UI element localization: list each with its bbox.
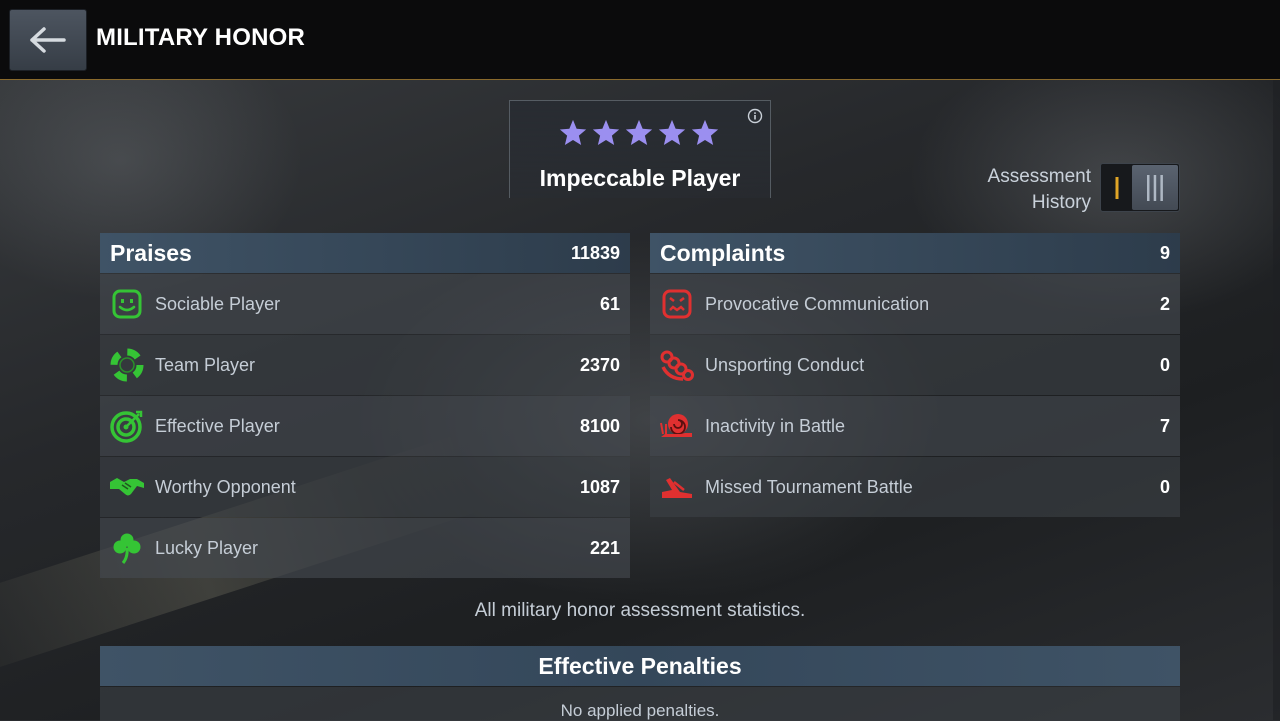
penalties-header: Effective Penalties [100, 646, 1180, 686]
missed-battle-icon [658, 468, 696, 506]
star-icon [625, 119, 653, 145]
effective-penalties-section: Effective Penalties No applied penalties… [100, 646, 1180, 721]
praise-row-worthy[interactable]: Worthy Opponent 1087 [100, 457, 630, 517]
row-value: 2 [1159, 293, 1170, 314]
rating-title: Impeccable Player [539, 165, 741, 191]
complaint-row-missed-tournament[interactable]: Missed Tournament Battle 0 [650, 457, 1180, 517]
row-label: Missed Tournament Battle [705, 476, 913, 497]
complaint-row-provocative[interactable]: Provocative Communication 2 [650, 274, 1180, 334]
toggle-option-single[interactable] [1101, 164, 1132, 211]
snail-icon [658, 407, 696, 445]
arrow-left-icon [30, 27, 66, 53]
top-bar: MILITARY HONOR [0, 0, 1280, 80]
complaint-row-inactivity[interactable]: Inactivity in Battle 7 [650, 396, 1180, 456]
target-icon [108, 407, 146, 445]
complaints-title: Complaints [660, 239, 786, 266]
row-label: Provocative Communication [705, 293, 930, 314]
statistics-footnote: All military honor assessment statistics… [474, 600, 806, 621]
penalties-empty-text: No applied penalties. [560, 701, 720, 720]
row-value: 7 [1159, 415, 1170, 436]
complaints-panel: Complaints 9 Provocative Communication 2… [650, 233, 1180, 517]
row-label: Team Player [155, 354, 256, 375]
row-value: 1087 [579, 476, 620, 497]
row-label: Unsporting Conduct [705, 354, 865, 375]
triple-bar-icon [1147, 174, 1163, 201]
praises-panel: Praises 11839 Sociable Player 61 Team Pl… [100, 233, 630, 578]
praise-row-lucky[interactable]: Lucky Player 221 [100, 518, 630, 578]
rating-stars [558, 118, 720, 148]
clover-icon [108, 529, 146, 567]
row-value: 2370 [579, 354, 620, 375]
row-label: Effective Player [155, 415, 280, 436]
scroll-edge [1273, 80, 1280, 720]
praise-row-sociable[interactable]: Sociable Player 61 [100, 274, 630, 334]
star-icon [691, 119, 719, 145]
row-label: Lucky Player [155, 537, 259, 558]
praise-row-effective[interactable]: Effective Player 8100 [100, 396, 630, 456]
row-value: 0 [1159, 476, 1170, 497]
smiley-face-icon [108, 285, 146, 323]
info-icon[interactable] [747, 108, 763, 124]
praises-header: Praises 11839 [100, 233, 630, 273]
honor-rating-card: Impeccable Player [509, 100, 771, 198]
star-icon [559, 119, 587, 145]
complaint-row-unsporting[interactable]: Unsporting Conduct 0 [650, 335, 1180, 395]
row-value: 0 [1159, 354, 1170, 375]
row-value: 221 [589, 537, 620, 558]
star-icon [658, 119, 686, 145]
row-value: 8100 [579, 415, 620, 436]
brass-knuckles-icon [658, 346, 696, 384]
page-title: MILITARY HONOR [96, 24, 306, 51]
star-icon [592, 119, 620, 145]
praises-total: 11839 [570, 242, 620, 263]
penalties-title: Effective Penalties [538, 652, 742, 679]
praise-row-team[interactable]: Team Player 2370 [100, 335, 630, 395]
back-button[interactable] [9, 9, 87, 71]
single-bar-icon [1115, 176, 1118, 199]
toggle-option-triple[interactable] [1132, 165, 1178, 210]
complaints-header: Complaints 9 [650, 233, 1180, 273]
lifebuoy-icon [108, 346, 146, 384]
handshake-icon [108, 468, 146, 506]
row-label: Worthy Opponent [155, 476, 296, 497]
praises-title: Praises [110, 239, 192, 266]
assessment-history-label: Assessment History [987, 166, 1091, 213]
complaints-total: 9 [1159, 242, 1170, 263]
penalties-body: No applied penalties. [100, 687, 1180, 721]
angry-face-icon [658, 285, 696, 323]
row-label: Sociable Player [155, 293, 281, 314]
row-label: Inactivity in Battle [705, 415, 846, 436]
row-value: 61 [599, 293, 620, 314]
assessment-history-toggle[interactable] [1100, 163, 1180, 212]
